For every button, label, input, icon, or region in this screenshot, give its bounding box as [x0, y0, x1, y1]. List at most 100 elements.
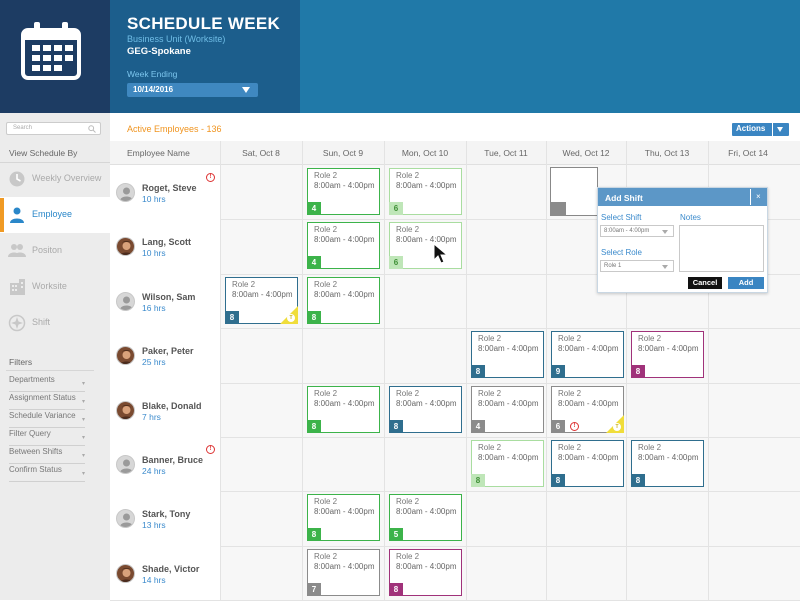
sidebar-item-weekly-overview[interactable]: Weekly Overview: [0, 161, 110, 197]
alert-icon[interactable]: !: [206, 445, 215, 454]
shift-card[interactable]: Role 2 8:00am - 4:00pm 8: [307, 494, 380, 541]
shift-role: Role 2: [558, 443, 582, 452]
shift-time: 8:00am - 4:00pm: [558, 453, 619, 462]
employee-hours: 7 hrs: [142, 412, 161, 422]
column-header-employee[interactable]: Employee Name: [110, 141, 220, 165]
grid-vline: [546, 141, 547, 600]
shift-card[interactable]: Role 2 8:00am - 4:00pm 8: [551, 440, 624, 487]
shift-time: 8:00am - 4:00pm: [314, 562, 375, 571]
shift-card[interactable]: Role 2 8:00am - 4:00pm 8: [389, 549, 462, 596]
shift-card[interactable]: Role 2 8:00am - 4:00pm 8 T: [225, 277, 298, 324]
filter-query[interactable]: Filter Query ▾: [9, 429, 85, 446]
employee-row[interactable]: Lang, Scott 10 hrs: [110, 219, 220, 273]
filter-departments[interactable]: Departments ▾: [9, 375, 85, 392]
column-header-day[interactable]: Mon, Oct 10: [384, 141, 466, 165]
tag-icon: T: [287, 314, 295, 322]
grid-vline: [466, 141, 467, 600]
cancel-button[interactable]: Cancel: [688, 277, 722, 289]
employee-name: Paker, Peter: [142, 346, 194, 356]
actions-button[interactable]: Actions: [732, 123, 789, 136]
shift-card[interactable]: Role 2 8:00am - 4:00pm 8: [389, 386, 462, 433]
column-header-day[interactable]: Sat, Oct 8: [220, 141, 302, 165]
filter-between-shifts[interactable]: Between Shifts ▾: [9, 447, 85, 464]
shift-time: 8:00am - 4:00pm: [396, 181, 457, 190]
employee-row[interactable]: Stark, Tony 13 hrs: [110, 491, 220, 545]
shift-number-badge: 4: [307, 202, 321, 215]
employee-row[interactable]: Banner, Bruce 24 hrs!: [110, 437, 220, 491]
search-input[interactable]: Search: [6, 122, 101, 135]
employee-hours: 16 hrs: [142, 303, 166, 313]
week-ending-select[interactable]: 10/14/2016: [127, 83, 258, 97]
sidebar-item-employee[interactable]: Employee: [0, 197, 110, 233]
chevron-down-icon: ▾: [81, 471, 85, 477]
chevron-down-icon: ▾: [81, 453, 85, 459]
shift-card[interactable]: Role 2 8:00am - 4:00pm 8: [471, 331, 544, 378]
shift-role: Role 2: [314, 497, 338, 506]
shift-time: 8:00am - 4:00pm: [638, 344, 699, 353]
filter-label: Filter Query: [9, 429, 51, 438]
shift-card[interactable]: Role 2 8:00am - 4:00pm 8: [307, 386, 380, 433]
close-icon[interactable]: ×: [756, 192, 761, 201]
shift-time: 8:00am - 4:00pm: [478, 344, 539, 353]
sidebar-item-shift[interactable]: Shift: [0, 305, 110, 341]
column-header-day[interactable]: Wed, Oct 12: [546, 141, 626, 165]
notes-textarea[interactable]: [679, 225, 764, 272]
filter-assignment-status[interactable]: Assignment Status ▾: [9, 393, 85, 410]
shift-card[interactable]: Role 2 8:00am - 4:00pm 6! T: [551, 386, 624, 433]
select-role-value: Role 1: [604, 263, 622, 269]
shift-card[interactable]: Role 2 8:00am - 4:00pm 4: [307, 222, 380, 269]
employee-row[interactable]: Paker, Peter 25 hrs: [110, 328, 220, 382]
new-shift-placeholder[interactable]: [550, 167, 598, 216]
column-header-day[interactable]: Fri, Oct 14: [708, 141, 788, 165]
search-placeholder: Search: [13, 125, 33, 131]
shift-role: Role 2: [396, 225, 420, 234]
shift-role: Role 2: [314, 389, 338, 398]
select-shift-dropdown[interactable]: 8:00am - 4:00pm: [600, 225, 674, 237]
filter-confirm-status[interactable]: Confirm Status ▾: [9, 465, 85, 482]
shift-card[interactable]: Role 2 8:00am - 4:00pm 4: [307, 168, 380, 215]
calendar-icon: [21, 22, 81, 80]
shift-card[interactable]: Role 2 8:00am - 4:00pm 8: [631, 331, 704, 378]
shift-card[interactable]: Role 2 8:00am - 4:00pm 9: [551, 331, 624, 378]
employee-name: Shade, Victor: [142, 564, 200, 574]
alert-icon[interactable]: !: [206, 173, 215, 182]
shift-time: 8:00am - 4:00pm: [558, 344, 619, 353]
sidebar-item-label: Worksite: [32, 281, 67, 291]
shift-card[interactable]: Role 2 8:00am - 4:00pm 8: [471, 440, 544, 487]
select-role-dropdown[interactable]: Role 1: [600, 260, 674, 272]
column-header-day[interactable]: Thu, Oct 13: [626, 141, 708, 165]
employee-row[interactable]: Blake, Donald 7 hrs: [110, 383, 220, 437]
shift-role: Role 2: [558, 389, 582, 398]
shift-role: Role 2: [396, 171, 420, 180]
employee-row[interactable]: Shade, Victor 14 hrs: [110, 546, 220, 600]
alert-icon[interactable]: !: [570, 422, 579, 431]
column-header-day[interactable]: Tue, Oct 11: [466, 141, 546, 165]
employee-hours: 13 hrs: [142, 520, 166, 530]
filters-label: Filters: [9, 357, 33, 367]
employee-row[interactable]: Wilson, Sam 16 hrs: [110, 274, 220, 328]
actions-label: Actions: [736, 124, 766, 133]
avatar: [116, 237, 135, 256]
select-role-label: Select Role: [601, 248, 642, 257]
shift-time: 8:00am - 4:00pm: [232, 290, 293, 299]
shift-card[interactable]: Role 2 8:00am - 4:00pm 7: [307, 549, 380, 596]
employee-row[interactable]: Roget, Steve 10 hrs!: [110, 165, 220, 219]
shift-card[interactable]: Role 2 8:00am - 4:00pm 4: [471, 386, 544, 433]
shift-number-badge: 8: [307, 311, 321, 324]
shift-number-badge: 8: [551, 474, 565, 487]
shift-card[interactable]: Role 2 8:00am - 4:00pm 8: [307, 277, 380, 324]
shift-card[interactable]: Role 2 8:00am - 4:00pm 6: [389, 168, 462, 215]
sidebar-item-worksite[interactable]: Worksite: [0, 269, 110, 305]
shift-card[interactable]: Role 2 8:00am - 4:00pm 8: [631, 440, 704, 487]
sidebar-item-positon[interactable]: Positon: [0, 233, 110, 269]
filter-schedule-variance[interactable]: Schedule Variance ▾: [9, 411, 85, 428]
shift-role: Role 2: [314, 280, 338, 289]
column-header-day[interactable]: Sun, Oct 9: [302, 141, 384, 165]
week-ending-label: Week Ending: [127, 69, 178, 79]
page-title: SCHEDULE WEEK: [127, 14, 281, 33]
shift-card[interactable]: Role 2 8:00am - 4:00pm 6: [389, 222, 462, 269]
worksite-name: GEG-Spokane: [127, 46, 191, 57]
avatar: [116, 401, 135, 420]
shift-card[interactable]: Role 2 8:00am - 4:00pm 5: [389, 494, 462, 541]
add-button[interactable]: Add: [728, 277, 764, 289]
